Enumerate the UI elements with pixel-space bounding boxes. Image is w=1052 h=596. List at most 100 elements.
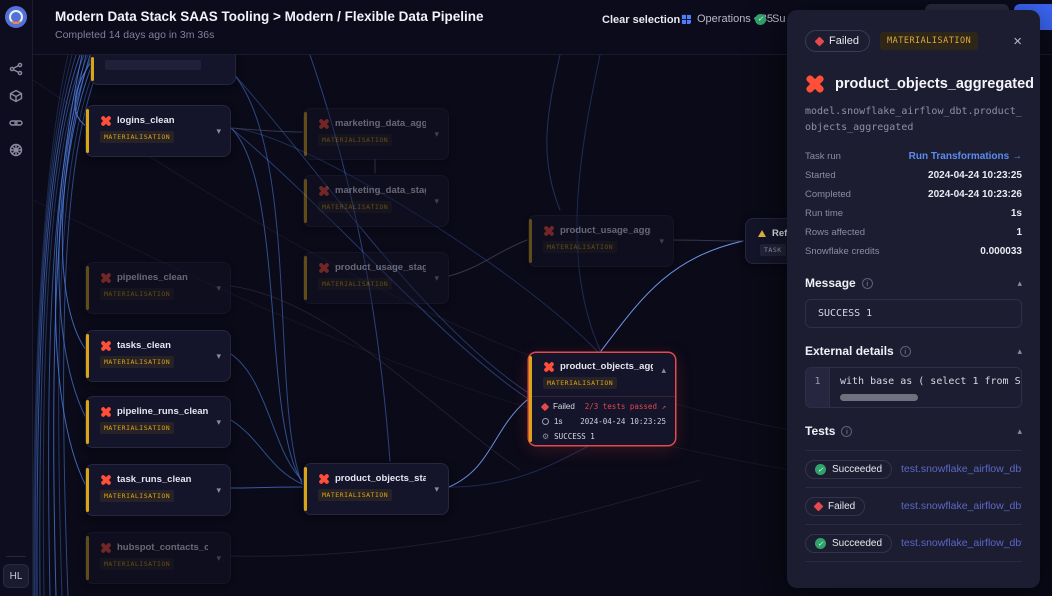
node-marketing-data-staging[interactable]: marketing_data_staging ▾ MATERIALISATION — [303, 175, 449, 227]
materialisation-badge: MATERIALISATION — [880, 32, 978, 50]
node-product-usage-aggregated[interactable]: product_usage_aggregated ▾ MATERIALISATI… — [528, 215, 674, 267]
collapse-icon[interactable]: ▴ — [1017, 426, 1022, 437]
detail-label: Started — [805, 170, 836, 181]
dbt-icon — [318, 118, 329, 129]
detail-row: Rows affected1 — [805, 223, 1022, 241]
app-root: { "app": { "avatar": "HL" }, "header": {… — [0, 0, 1052, 596]
node-stripe — [529, 356, 532, 442]
info-icon: i — [900, 346, 911, 357]
chevron-up-icon[interactable]: ▴ — [661, 366, 666, 375]
app-logo[interactable] — [5, 6, 27, 28]
detail-label: Snowflake credits — [805, 246, 879, 257]
node-runtime: 1s — [554, 417, 562, 426]
node-hubspot-contacts-clean[interactable]: hubspot_contacts_clean ▾ MATERIALISATION — [85, 532, 231, 584]
failed-diamond-icon — [814, 501, 824, 511]
node-tasks-clean[interactable]: tasks_clean ▾ MATERIALISATION — [85, 330, 231, 382]
message-section-header: Message i ▴ — [805, 276, 1022, 290]
materialisation-badge: MATERIALISATION — [543, 241, 617, 253]
detail-row: Run time1s — [805, 204, 1022, 222]
node-product-objects-aggregated-selected[interactable]: product_objects_aggregated ▴ MATERIALISA… — [528, 352, 676, 446]
chevron-down-icon[interactable]: ▾ — [434, 485, 439, 494]
chevron-down-icon[interactable]: ▾ — [216, 418, 221, 427]
dbt-icon — [100, 115, 111, 126]
clear-selection-button[interactable]: Clear selection — [602, 14, 680, 26]
close-icon[interactable]: × — [1013, 34, 1022, 49]
chevron-down-icon[interactable]: ▾ — [659, 237, 664, 246]
dbt-icon — [543, 361, 554, 372]
node-pipeline-runs-clean[interactable]: pipeline_runs_clean ▾ MATERIALISATION — [85, 396, 231, 448]
detail-value: 2024-04-24 10:23:26 — [928, 189, 1022, 200]
user-avatar[interactable]: HL — [3, 564, 29, 588]
chevron-down-icon[interactable]: ▾ — [434, 130, 439, 139]
node-title: pipeline_runs_clean — [117, 406, 208, 417]
chevron-down-icon[interactable]: ▾ — [216, 554, 221, 563]
node-divider — [529, 396, 675, 397]
succeeded-check-icon: ✓ — [815, 538, 826, 549]
node-clipped-top[interactable] — [90, 55, 236, 85]
settings-globe-icon[interactable] — [9, 143, 23, 157]
node-stripe — [304, 467, 307, 511]
node-title: task_runs_clean — [117, 474, 191, 485]
chevron-down-icon[interactable]: ▾ — [216, 127, 221, 136]
pipelines-network-icon[interactable] — [9, 62, 23, 76]
test-link[interactable]: test.snowflake_airflow_dbt.unique_pro — [901, 463, 1022, 475]
gear-icon: ⚙ — [542, 433, 549, 441]
chevron-down-icon[interactable]: ▾ — [216, 284, 221, 293]
chevron-down-icon[interactable]: ▾ — [216, 352, 221, 361]
operations-grid-icon — [681, 14, 691, 24]
detail-value: 0.000033 — [980, 246, 1022, 257]
node-title: marketing_data_aggregated — [335, 118, 426, 129]
detail-row: Task runRun Transformations → — [805, 147, 1022, 165]
sidebar-bottom: HL — [0, 556, 32, 588]
dbt-icon — [100, 406, 111, 417]
node-stripe — [86, 109, 89, 153]
dbt-icon — [100, 340, 111, 351]
node-product-usage-staging[interactable]: product_usage_staging ▾ MATERIALISATION — [303, 252, 449, 304]
node-title: product_objects_aggregated — [560, 361, 653, 372]
node-pipelines-clean[interactable]: pipelines_clean ▾ MATERIALISATION — [85, 262, 231, 314]
node-stripe — [86, 400, 89, 444]
node-product-objects-staging[interactable]: product_objects_staging ▾ MATERIALISATIO… — [303, 463, 449, 515]
chevron-down-icon[interactable]: ▾ — [216, 486, 221, 495]
run-status-subtitle: Completed 14 days ago in 3m 36s — [55, 29, 214, 41]
detail-value: 1s — [1011, 208, 1022, 219]
assets-cube-icon[interactable] — [9, 89, 23, 103]
chevron-down-icon[interactable]: ▾ — [434, 197, 439, 206]
task-badge: TASK — [760, 244, 786, 256]
collapse-icon[interactable]: ▴ — [1017, 346, 1022, 357]
node-time-row: 1s 2024-04-24 10:23:25 — [529, 414, 675, 429]
node-task-runs-clean[interactable]: task_runs_clean ▾ MATERIALISATION — [85, 464, 231, 516]
test-link[interactable]: test.snowflake_airflow_dbt.not_null_pr — [901, 500, 1022, 512]
test-link[interactable]: test.snowflake_airflow_dbt.not_null_pr — [901, 537, 1022, 549]
connections-link-icon[interactable] — [9, 116, 23, 130]
node-title: product_usage_aggregated — [560, 225, 651, 236]
dbt-icon — [805, 74, 825, 94]
collapse-icon[interactable]: ▴ — [1017, 278, 1022, 289]
tests-passed-link[interactable]: 2/3 tests passed ↗ — [585, 402, 666, 411]
failed-diamond-icon — [815, 36, 825, 46]
succeeded-check-icon: ✓ — [755, 14, 766, 25]
node-marketing-data-aggregated[interactable]: marketing_data_aggregated ▾ MATERIALISAT… — [303, 108, 449, 160]
detail-value: 1 — [1016, 227, 1022, 238]
details-list: Task runRun Transformations → Started202… — [805, 147, 1022, 260]
task-run-link[interactable]: Run Transformations → — [909, 151, 1022, 162]
dbt-icon — [100, 542, 111, 553]
detail-row: Started2024-04-24 10:23:25 — [805, 166, 1022, 184]
dbt-icon — [100, 474, 111, 485]
chevron-down-icon[interactable]: ▾ — [434, 274, 439, 283]
materialisation-badge: MATERIALISATION — [100, 288, 174, 300]
node-stripe — [86, 536, 89, 580]
node-logins-clean[interactable]: logins_clean ▾ MATERIALISATION — [85, 105, 231, 157]
test-status-badge: ✓ Succeeded — [805, 460, 892, 479]
node-stripe — [304, 112, 307, 156]
node-title: product_objects_staging — [335, 473, 426, 484]
test-status-badge: ✓ Succeeded — [805, 534, 892, 553]
test-status-label: Succeeded — [832, 464, 882, 475]
tests-heading: Tests — [805, 424, 835, 438]
succeeded-counter: ✓ Su — [755, 13, 785, 25]
info-icon: i — [841, 426, 852, 437]
node-title: product_usage_staging — [335, 262, 426, 273]
sidebar-divider — [6, 556, 26, 557]
horizontal-scrollbar[interactable] — [840, 394, 918, 401]
status-badge: Failed — [805, 30, 870, 52]
